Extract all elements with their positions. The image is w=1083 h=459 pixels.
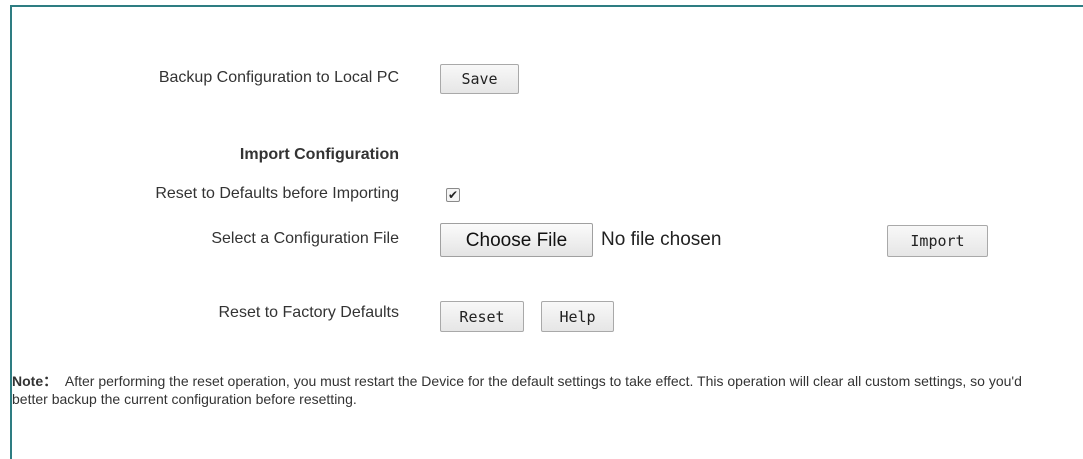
select-file-label: Select a Configuration File xyxy=(211,230,399,247)
save-button[interactable]: Save xyxy=(440,64,519,94)
note-body: After performing the reset operation, yo… xyxy=(12,373,1022,407)
factory-reset-label: Reset to Factory Defaults xyxy=(218,304,399,321)
file-status-text: No file chosen xyxy=(601,229,722,250)
reset-before-import-label: Reset to Defaults before Importing xyxy=(155,185,399,202)
checkmark-icon: ✔ xyxy=(447,188,459,202)
help-button[interactable]: Help xyxy=(541,301,614,332)
backup-label: Backup Configuration to Local PC xyxy=(158,69,399,86)
import-button[interactable]: Import xyxy=(887,225,988,257)
note-prefix: Note： xyxy=(12,373,58,389)
choose-file-button[interactable]: Choose File xyxy=(440,223,593,257)
reset-button[interactable]: Reset xyxy=(440,301,524,332)
reset-before-import-checkbox[interactable]: ✔ xyxy=(446,188,460,202)
import-heading: Import Configuration xyxy=(239,146,399,163)
note-text: Note： After performing the reset operati… xyxy=(12,372,1052,408)
